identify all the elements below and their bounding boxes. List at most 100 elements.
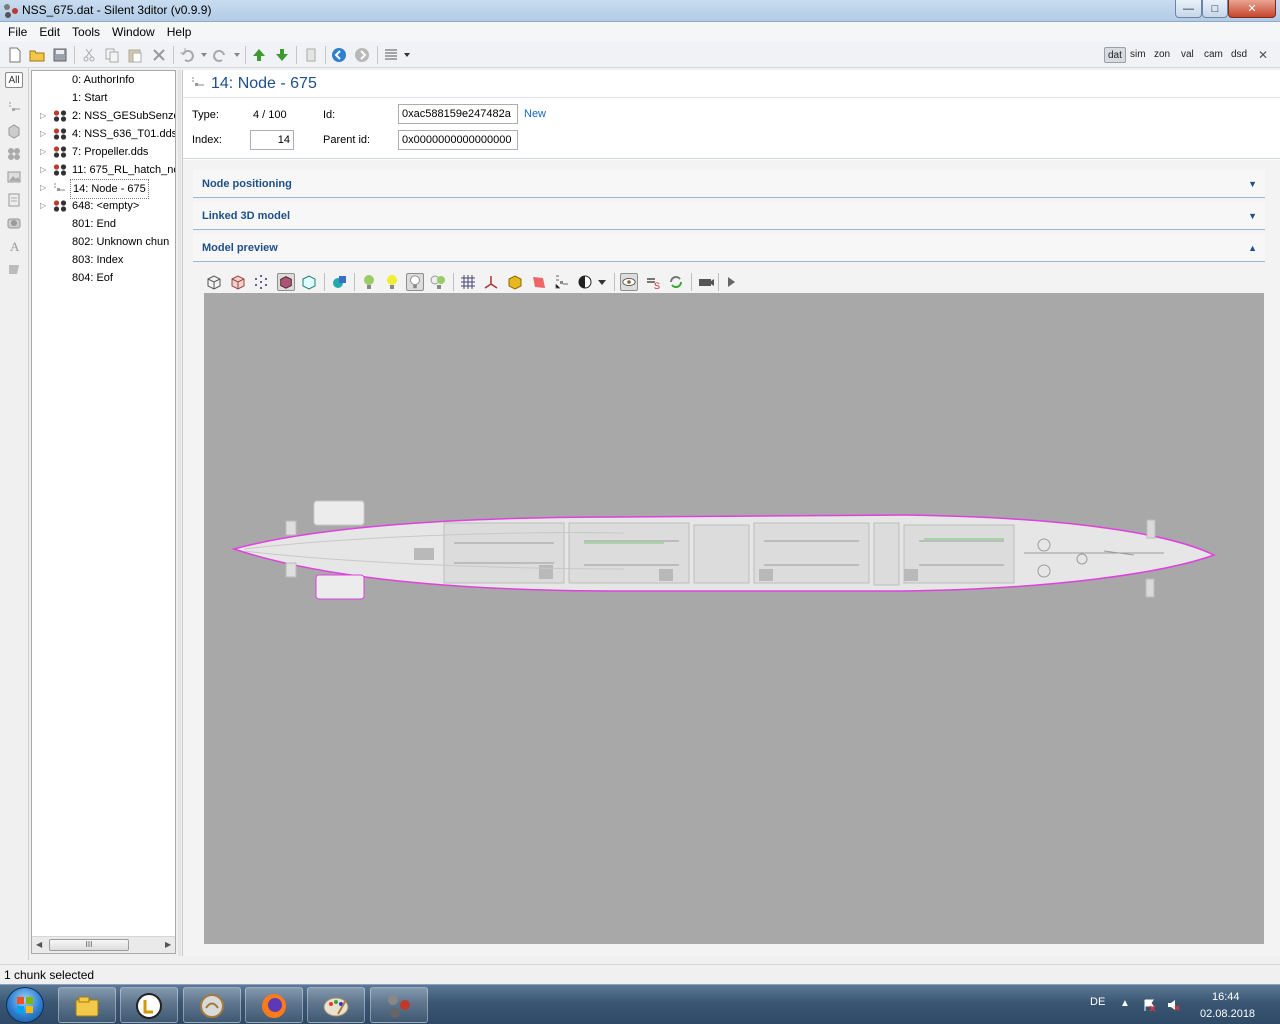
- bounding-box-icon[interactable]: [300, 273, 318, 291]
- expand-icon[interactable]: ▷: [40, 161, 46, 179]
- normals-icon[interactable]: [553, 273, 571, 291]
- index-field[interactable]: 14: [250, 130, 294, 150]
- filter-texture-icon[interactable]: [5, 169, 23, 185]
- start-button[interactable]: [6, 987, 44, 1023]
- cut-icon[interactable]: [81, 47, 97, 63]
- close-button[interactable]: ✕: [1228, 0, 1276, 18]
- grid-icon[interactable]: [459, 273, 477, 291]
- tree-item-selected[interactable]: ▷ 14: Node - 675: [32, 179, 175, 199]
- section-model-preview[interactable]: Model preview ▲: [193, 234, 1265, 262]
- menu-window[interactable]: Window: [106, 22, 161, 42]
- volume-muted-icon[interactable]: [1166, 998, 1180, 1012]
- texture-icon[interactable]: [331, 273, 349, 291]
- wireframe-box-icon[interactable]: [205, 273, 223, 291]
- expand-icon[interactable]: ▷: [40, 125, 46, 143]
- tree-item[interactable]: 803: Index: [32, 251, 175, 269]
- filter-text-icon[interactable]: A: [5, 238, 23, 254]
- chevron-down-icon[interactable]: [229, 47, 245, 63]
- view-list-icon[interactable]: [383, 47, 399, 63]
- save-icon[interactable]: [52, 47, 68, 63]
- taskbar-launcher[interactable]: [120, 987, 178, 1023]
- chevron-down-icon[interactable]: ▼: [1248, 179, 1257, 189]
- new-id-link[interactable]: New: [524, 108, 546, 120]
- menu-tools[interactable]: Tools: [66, 22, 106, 42]
- taskbar-silent3ditor[interactable]: [370, 987, 428, 1023]
- taskbar-firefox[interactable]: [245, 987, 303, 1023]
- filter-material-icon[interactable]: [5, 146, 23, 162]
- menu-help[interactable]: Help: [161, 22, 198, 42]
- tree-item[interactable]: ▷ 648: <empty>: [32, 197, 175, 215]
- chunk-icon[interactable]: [303, 47, 319, 63]
- tree-horizontal-scrollbar[interactable]: ◀ III ▶: [32, 936, 175, 953]
- tree-item[interactable]: 802: Unknown chun: [32, 233, 175, 251]
- minimize-button[interactable]: —: [1175, 0, 1202, 18]
- expand-icon[interactable]: ▷: [40, 197, 46, 215]
- tree-item[interactable]: ▷ 11: 675_RL_hatch_nc: [32, 161, 175, 179]
- section-linked-3d-model[interactable]: Linked 3D model ▼: [193, 202, 1265, 230]
- view-toggle-dat[interactable]: dat: [1104, 47, 1126, 63]
- taskbar-paint[interactable]: [307, 987, 365, 1023]
- tree-item[interactable]: 804: Eof: [32, 269, 175, 287]
- expand-icon[interactable]: ▷: [40, 143, 46, 161]
- tree-item[interactable]: ▷ 7: Propeller.dds: [32, 143, 175, 161]
- filter-all-button[interactable]: All: [5, 72, 23, 88]
- tree-item[interactable]: 0: AuthorInfo: [32, 71, 175, 89]
- keyboard-language[interactable]: DE: [1090, 996, 1105, 1008]
- tree-item[interactable]: ▷ 4: NSS_636_T01.dds: [32, 125, 175, 143]
- move-up-icon[interactable]: [251, 47, 267, 63]
- clock-time[interactable]: 16:44: [1212, 991, 1240, 1003]
- paste-icon[interactable]: [127, 47, 143, 63]
- view-toggle-cam[interactable]: cam: [1201, 47, 1226, 63]
- undo-icon[interactable]: [179, 47, 195, 63]
- delete-icon[interactable]: [151, 47, 167, 63]
- chevron-down-icon[interactable]: ▼: [1248, 211, 1257, 221]
- chevron-down-icon[interactable]: [399, 47, 415, 63]
- filter-document-icon[interactable]: [5, 192, 23, 208]
- expand-icon[interactable]: ▷: [40, 107, 46, 125]
- id-field[interactable]: 0xac588159e247482a: [398, 104, 518, 124]
- parent-id-field[interactable]: 0x0000000000000000: [398, 130, 518, 150]
- plane-icon[interactable]: [530, 273, 548, 291]
- light-2-icon[interactable]: [383, 273, 401, 291]
- solid-box-icon[interactable]: [229, 273, 247, 291]
- show-hidden-icons-icon[interactable]: ▲: [1118, 998, 1132, 1012]
- light-3-icon[interactable]: [406, 273, 424, 291]
- shader-icon[interactable]: S: [644, 273, 662, 291]
- cube-icon[interactable]: [506, 273, 524, 291]
- toolbar-close-button[interactable]: ✕: [1255, 47, 1271, 63]
- scroll-thumb[interactable]: III: [49, 939, 129, 951]
- redo-icon[interactable]: [212, 47, 228, 63]
- copy-icon[interactable]: [104, 47, 120, 63]
- axes-icon[interactable]: [482, 273, 500, 291]
- view-toggle-dsd[interactable]: dsd: [1228, 47, 1250, 63]
- action-center-flag-icon[interactable]: [1142, 998, 1156, 1012]
- filter-sound-icon[interactable]: [5, 215, 23, 231]
- view-toggle-val[interactable]: val: [1178, 47, 1197, 63]
- shaded-box-icon[interactable]: [277, 273, 295, 291]
- light-1-icon[interactable]: [360, 273, 378, 291]
- taskbar-app[interactable]: [183, 987, 241, 1023]
- light-4-icon[interactable]: [429, 273, 447, 291]
- chevron-down-icon[interactable]: [593, 273, 611, 291]
- scroll-left-icon[interactable]: ◀: [36, 940, 42, 949]
- view-toggle-sim[interactable]: sim: [1127, 47, 1149, 63]
- menu-edit[interactable]: Edit: [33, 22, 66, 42]
- play-icon[interactable]: [722, 273, 740, 291]
- chevron-up-icon[interactable]: ▲: [1248, 243, 1257, 253]
- tree-item[interactable]: 801: End: [32, 215, 175, 233]
- clock-date[interactable]: 02.08.2018: [1200, 1008, 1255, 1020]
- tree-item[interactable]: 1: Start: [32, 89, 175, 107]
- model-preview-viewport[interactable]: [204, 293, 1264, 944]
- refresh-icon[interactable]: [667, 273, 685, 291]
- maximize-button[interactable]: □: [1202, 0, 1228, 18]
- move-down-icon[interactable]: [274, 47, 290, 63]
- menu-file[interactable]: File: [2, 22, 33, 42]
- camera-icon[interactable]: [697, 273, 715, 291]
- filter-model-icon[interactable]: [5, 123, 23, 139]
- tree-item[interactable]: ▷ 2: NSS_GESubSenzo: [32, 107, 175, 125]
- back-icon[interactable]: [331, 47, 347, 63]
- new-file-icon[interactable]: [7, 47, 23, 63]
- filter-node-icon[interactable]: [5, 100, 23, 116]
- view-toggle-zon[interactable]: zon: [1151, 47, 1173, 63]
- points-icon[interactable]: [252, 273, 270, 291]
